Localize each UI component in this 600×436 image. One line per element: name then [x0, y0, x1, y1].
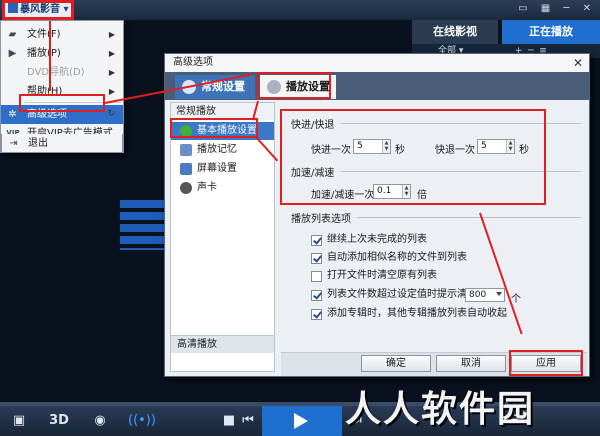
items-unit: 个: [511, 294, 521, 305]
dialog-title-bar: 高级选项 ✕: [165, 54, 589, 72]
playlist-group-title: 播放列表选项: [291, 214, 351, 225]
site-watermark: 人人软件园: [345, 389, 536, 430]
advanced-options-dialog: 高级选项 ✕ 常规设置 播放设置 常规播放 基本播放设置 播放记忆 屏幕设置 声…: [164, 53, 590, 377]
sidebar-item-label: 屏幕设置: [197, 163, 237, 174]
submenu-arrow-icon: ▶: [108, 68, 115, 77]
exit-icon: ⇥: [9, 138, 18, 149]
monitor-icon: [180, 163, 192, 175]
menu-item-exit[interactable]: ⇥ 退出: [1, 134, 123, 153]
sidebar-item-playback-memory[interactable]: 播放记忆: [171, 141, 274, 159]
submenu-arrow-icon: ▶: [108, 30, 115, 39]
checkbox-checked[interactable]: [311, 253, 322, 264]
play-icon: [294, 413, 308, 429]
checkbox-checked[interactable]: [311, 290, 322, 301]
annotation-box-logo: [2, 0, 74, 20]
list-limit-select[interactable]: 800: [465, 288, 505, 302]
option-label: 添加专辑时，其他专辑播放列表自动收起: [327, 308, 507, 319]
tab-now-playing[interactable]: 正在播放: [502, 20, 600, 44]
annotation-box-playback-tab: [257, 72, 331, 99]
tab-online-video[interactable]: 在线影视: [412, 20, 498, 44]
ok-button[interactable]: 确定: [361, 355, 431, 372]
3d-button[interactable]: 3D: [46, 412, 72, 430]
annotation-arrow: [49, 21, 51, 91]
prev-icon[interactable]: ⏮: [240, 412, 256, 430]
option-label: 继续上次未完成的列表: [327, 234, 427, 245]
folder-icon: ▰: [8, 29, 17, 40]
close-icon[interactable]: ✕: [573, 54, 583, 72]
sidebar-item-label: 播放记忆: [197, 144, 237, 155]
surround-icon[interactable]: ((•)): [128, 412, 156, 430]
menu-item-label: 退出: [28, 138, 48, 149]
menu-item-file[interactable]: ▰ 文件(F) ▶: [1, 25, 123, 44]
dialog-tab-strip: 常规设置 播放设置: [165, 72, 589, 100]
annotation-box-basic-playback: [170, 118, 258, 138]
checkbox-checked[interactable]: [311, 309, 322, 320]
menu-item-label: 播放(P): [27, 48, 61, 59]
option-label: 自动添加相似名称的文件到列表: [327, 252, 467, 263]
window-controls[interactable]: ▭ ▦ ─ ✕: [518, 3, 596, 14]
dialog-title: 高级选项: [173, 57, 213, 68]
sidebar-item-screen-settings[interactable]: 屏幕设置: [171, 160, 274, 178]
submenu-arrow-icon: ▶: [108, 49, 115, 58]
menu-item-dvd: DVD导航(D) ▶: [1, 63, 123, 82]
menu-item-label: DVD导航(D): [27, 67, 85, 78]
annotation-box-apply: [509, 350, 583, 376]
player-logo-icon: [120, 200, 166, 250]
checkbox-checked[interactable]: [311, 235, 322, 246]
checkbox-unchecked[interactable]: [311, 271, 322, 282]
play-icon: ▶: [8, 48, 17, 59]
refresh-icon: ↻: [107, 109, 115, 119]
cancel-button[interactable]: 取消: [436, 355, 506, 372]
annotation-box-advanced: [19, 94, 105, 112]
chevron-down-icon: [496, 292, 502, 296]
eye-icon[interactable]: ◉: [88, 412, 112, 430]
menu-item-play[interactable]: ▶ 播放(P) ▶: [1, 44, 123, 63]
gear-icon: ✲: [8, 109, 17, 120]
submenu-arrow-icon: ▶: [108, 87, 115, 96]
sidebar-item-label: 声卡: [197, 182, 217, 193]
option-label: 打开文件时清空原有列表: [327, 270, 437, 281]
menu-item-label: 文件(F): [27, 29, 61, 40]
title-bar: 暴风影音 ▾ ▭ ▦ ─ ✕: [0, 0, 600, 20]
group-divider: [357, 217, 581, 218]
speaker-icon: [180, 182, 192, 194]
stop-icon[interactable]: ■: [222, 412, 236, 430]
option-label: 列表文件数超过设定值时提示清理: [327, 289, 477, 300]
toolbox-icon[interactable]: ▣: [8, 412, 30, 430]
online-tabs: 在线影视 正在播放: [412, 20, 600, 44]
list-limit-value: 800: [469, 290, 487, 300]
play-button[interactable]: [262, 406, 342, 436]
sidebar-item-sound-card[interactable]: 声卡: [171, 179, 274, 197]
annotation-box-speed-settings: [280, 109, 546, 205]
sidebar-item-hd-playback[interactable]: 高清播放: [171, 335, 274, 353]
memory-icon: [180, 144, 192, 156]
